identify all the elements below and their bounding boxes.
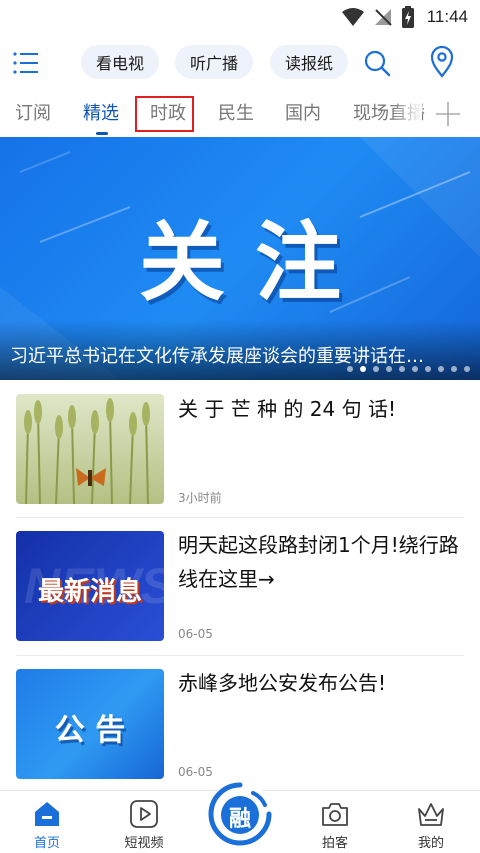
banner-pagination bbox=[347, 366, 470, 372]
battery-charging-icon bbox=[401, 6, 414, 28]
wifi-icon bbox=[341, 8, 364, 26]
news-title: 赤峰多地公安发布公告! bbox=[178, 671, 387, 695]
news-item[interactable]: 公 告 赤峰多地公安发布公告! 06-05 bbox=[0, 656, 480, 794]
active-tab-indicator bbox=[96, 132, 108, 135]
pagination-dot[interactable] bbox=[360, 366, 366, 372]
no-signal-icon bbox=[374, 9, 392, 26]
news-time: 3小时前 bbox=[178, 491, 222, 505]
channel-tabs: 订阅 精选 时政 民生 国内 现场直播 bbox=[0, 92, 480, 136]
pagination-dot[interactable] bbox=[438, 366, 444, 372]
news-title: 明天起这段路封闭1个月!绕行路线在这里→ bbox=[178, 533, 459, 591]
add-channel-icon[interactable] bbox=[428, 98, 468, 130]
crown-icon bbox=[418, 803, 444, 826]
tab-subscribe[interactable]: 订阅 bbox=[15, 98, 51, 130]
nav-mine[interactable]: 我的 bbox=[396, 799, 466, 851]
tab-domestic[interactable]: 国内 bbox=[285, 98, 321, 130]
banner-title: 关注 bbox=[139, 213, 371, 313]
camera-icon bbox=[322, 803, 348, 826]
nav-short-video-label: 短视频 bbox=[124, 836, 164, 851]
pagination-dot[interactable] bbox=[347, 366, 353, 372]
banner-caption: 习近平总书记在文化传承发展座谈会的重要讲话在… bbox=[10, 346, 424, 367]
bottom-navigation: 首页 短视频 融 拍客 我的 bbox=[0, 782, 480, 853]
latest-news-thumbnail: NEWS 最新消息 bbox=[16, 531, 164, 641]
thumbnail-text: 最新消息 bbox=[37, 577, 142, 607]
read-newspaper-button[interactable]: 读报纸 bbox=[270, 45, 348, 79]
nav-mine-label: 我的 bbox=[417, 836, 444, 851]
fusion-center-button[interactable]: 融 bbox=[205, 779, 275, 849]
listen-radio-button[interactable]: 听广播 bbox=[175, 45, 253, 79]
news-item[interactable]: 关 于 芒 种 的 24 句 话! 3小时前 bbox=[0, 380, 480, 518]
nav-home-label: 首页 bbox=[33, 836, 60, 851]
pagination-dot[interactable] bbox=[386, 366, 392, 372]
news-item[interactable]: NEWS 最新消息 明天起这段路封闭1个月!绕行路线在这里→ 06-05 bbox=[0, 518, 480, 656]
home-icon bbox=[35, 802, 59, 826]
notice-thumbnail: 公 告 bbox=[16, 669, 164, 779]
tabs-fade bbox=[392, 92, 422, 136]
pagination-dot[interactable] bbox=[373, 366, 379, 372]
top-toolbar: 看电视 听广播 读报纸 bbox=[0, 40, 480, 86]
pagination-dot[interactable] bbox=[412, 366, 418, 372]
pagination-dot[interactable] bbox=[464, 366, 470, 372]
status-icons: 11:44 bbox=[341, 6, 468, 28]
news-time: 06-05 bbox=[178, 765, 213, 779]
wheat-field-thumbnail bbox=[16, 394, 164, 504]
watch-tv-button[interactable]: 看电视 bbox=[81, 45, 159, 79]
nav-home[interactable]: 首页 bbox=[12, 799, 82, 851]
status-time: 11:44 bbox=[426, 7, 468, 26]
fusion-glyph: 融 bbox=[228, 807, 251, 832]
news-time: 06-05 bbox=[178, 627, 213, 641]
nav-snap-label: 拍客 bbox=[321, 836, 348, 851]
thumbnail-text: 公 告 bbox=[54, 713, 126, 748]
pagination-dot[interactable] bbox=[425, 366, 431, 372]
search-icon[interactable] bbox=[362, 48, 392, 78]
status-bar: 11:44 bbox=[0, 0, 480, 34]
location-pin-icon[interactable] bbox=[427, 46, 457, 78]
menu-icon[interactable] bbox=[12, 50, 40, 76]
play-icon bbox=[130, 800, 158, 828]
tab-politics-highlight bbox=[135, 96, 194, 132]
featured-banner[interactable]: 关注 习近平总书记在文化传承发展座谈会的重要讲话在… bbox=[0, 137, 480, 380]
nav-short-video[interactable]: 短视频 bbox=[109, 799, 179, 851]
tab-featured[interactable]: 精选 bbox=[83, 98, 119, 130]
nav-snap[interactable]: 拍客 bbox=[300, 799, 370, 851]
pagination-dot[interactable] bbox=[399, 366, 405, 372]
news-title: 关 于 芒 种 的 24 句 话! bbox=[178, 397, 396, 421]
tab-livelihood[interactable]: 民生 bbox=[218, 98, 254, 130]
pagination-dot[interactable] bbox=[451, 366, 457, 372]
